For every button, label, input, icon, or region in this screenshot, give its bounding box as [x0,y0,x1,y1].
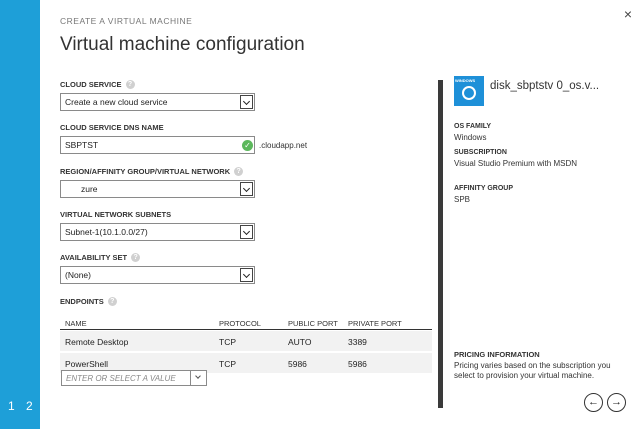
subnets-label: VIRTUAL NETWORK SUBNETS [60,210,172,219]
dns-name-label: CLOUD SERVICE DNS NAME [60,123,164,132]
availability-set-select[interactable]: (None) [60,266,255,284]
help-icon[interactable]: ? [131,253,141,262]
column-public-port: PUBLIC PORT [288,319,338,328]
endpoint-combo-input[interactable]: ENTER OR SELECT A VALUE [61,370,207,386]
pricing-text: Pricing varies based on the subscription… [454,361,611,380]
region-select[interactable]: zure [60,180,255,198]
help-icon[interactable]: ? [107,297,117,306]
windows-disk-icon: WINDOWS [454,76,484,106]
cloud-service-label: CLOUD SERVICE ? [60,80,135,89]
dialog-kicker: CREATE A VIRTUAL MACHINE [60,16,193,26]
chevron-down-icon[interactable] [240,182,253,196]
chevron-down-icon[interactable] [240,268,253,282]
column-protocol: PROTOCOL [219,319,261,328]
dns-name-input[interactable]: SBPTST ✓ [60,136,255,154]
wizard-step-2[interactable]: 2 [26,399,33,413]
subscription-value: Visual Studio Premium with MSDN [454,159,578,168]
affinity-group-value: SPB [454,195,471,204]
chevron-down-icon[interactable] [240,225,253,239]
chevron-down-icon[interactable] [240,95,253,109]
next-arrow-button[interactable]: → [607,393,626,412]
wizard-step-rail: 1 2 [0,0,40,429]
close-icon[interactable]: × [624,6,632,22]
cloud-service-select[interactable]: Create a new cloud service [60,93,255,111]
disk-name: disk_sbptstv 0_os.v... [490,80,600,92]
help-icon[interactable]: ? [125,80,135,89]
column-name: NAME [65,319,87,328]
endpoints-table-header: NAME PROTOCOL PUBLIC PORT PRIVATE PORT [60,318,432,330]
chevron-down-icon[interactable] [190,371,206,385]
availability-set-label: AVAILABILITY SET ? [60,253,141,262]
table-row[interactable]: Remote Desktop TCP AUTO 3389 [60,331,432,352]
checkmark-icon: ✓ [242,140,253,151]
column-private-port: PRIVATE PORT [348,319,402,328]
subnets-select[interactable]: Subnet-1(10.1.0.0/27) [60,223,255,241]
back-arrow-button[interactable]: ← [584,393,603,412]
dns-suffix: .cloudapp.net [259,141,308,150]
wizard-step-1[interactable]: 1 [8,399,15,413]
help-icon[interactable]: ? [234,167,244,176]
page-title: Virtual machine configuration [60,34,305,55]
region-label: REGION/AFFINITY GROUP/VIRTUAL NETWORK ? [60,167,244,176]
subscription-label: SUBSCRIPTION [454,149,507,156]
pricing-label: PRICING INFORMATION [454,350,540,359]
scrollbar[interactable] [438,80,443,408]
os-family-value: Windows [454,133,487,142]
endpoints-label: ENDPOINTS ? [60,297,117,306]
os-family-label: OS FAMILY [454,123,492,130]
affinity-group-label: AFFINITY GROUP [454,185,513,192]
